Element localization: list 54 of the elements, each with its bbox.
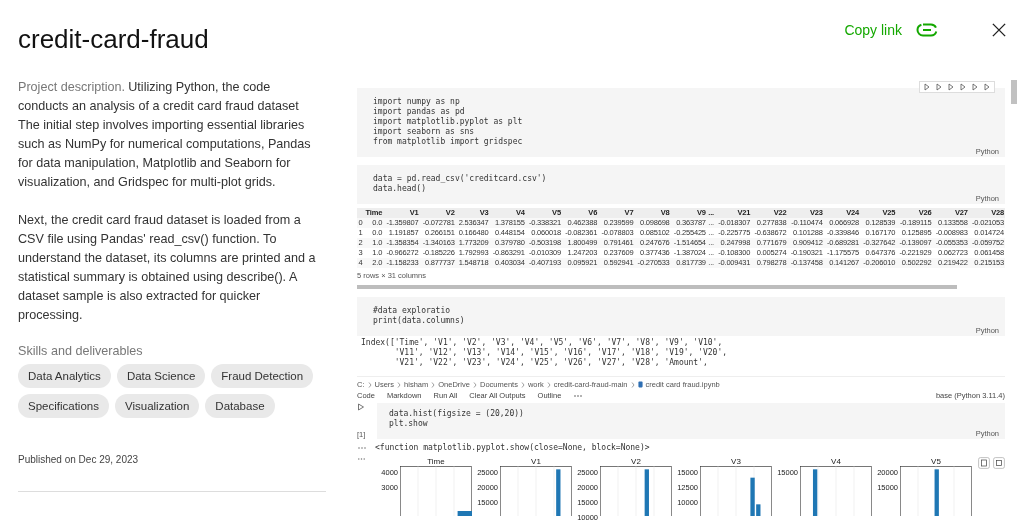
- code-line: data.head(): [373, 184, 427, 194]
- run-icon[interactable]: [357, 403, 365, 411]
- skill-tag[interactable]: Visualization: [114, 394, 200, 418]
- chevron-icon: [630, 381, 635, 388]
- code-line: data = pd.read_csv('creditcard.csv'): [373, 174, 548, 184]
- histogram-drawing: [600, 466, 672, 516]
- plot-title: Time: [426, 457, 446, 466]
- histogram-drawing: [800, 466, 872, 516]
- plot-title: V1: [530, 457, 542, 466]
- code-line: #data exploratio: [373, 306, 452, 316]
- chevron-icon: [546, 381, 551, 388]
- horizontal-scrollbar[interactable]: [357, 285, 957, 289]
- skill-tag[interactable]: Specifications: [18, 394, 109, 418]
- chevron-icon: [520, 381, 525, 388]
- code-line: import pandas as pd: [373, 107, 466, 117]
- code-line: plt.show: [389, 419, 429, 429]
- skills-heading: Skills and deliverables: [18, 344, 144, 358]
- save-icon[interactable]: [993, 457, 1005, 469]
- histogram-drawing: [500, 466, 572, 516]
- output-line: Index(['Time', 'V1', 'V2', 'V3', 'V4', 'V5', 'V6', 'V7', 'V8', 'V9', 'V10',: [361, 338, 724, 348]
- code-line: from matplotlib import gridspec: [373, 137, 524, 147]
- code-line: data.hist(figsize = (20,20)): [389, 409, 525, 419]
- plot-title: V5: [930, 457, 942, 466]
- histogram-drawing: [700, 466, 772, 516]
- skill-tag[interactable]: Data Analytics: [18, 364, 111, 388]
- plot-title: V4: [830, 457, 842, 466]
- link-icon[interactable]: [916, 23, 938, 37]
- output-line: 'V11', 'V12', 'V13', 'V14', 'V15', 'V16', 'V17', 'V18', 'V19', 'V20',: [393, 348, 729, 358]
- published-date: Published on Dec 29, 2023: [18, 454, 140, 465]
- code-line: import seaborn as sns: [373, 127, 476, 137]
- code-line: print(data.columns): [373, 316, 466, 326]
- chevron-icon: [431, 381, 436, 388]
- description-paragraph: Project description. Utilizing Python, the code conducts an analysis of a credit card fraud dataset The initial step involves importing essential libraries such as NumPy for numerical computations, Pandas for data manipulation, Matplotlib and Seaborn for visualization, and Gridspec for multi-plot grids.: [18, 79, 312, 191]
- project-title: credit-card-fraud: [18, 23, 209, 55]
- code-line: import numpy as np: [373, 97, 461, 107]
- skill-tag[interactable]: Fraud Detection: [211, 364, 314, 388]
- plot-title: V2: [630, 457, 642, 466]
- description-paragraph: Next, the credit card fraud dataset is loaded from a CSV file using Pandas' read_csv() function. To understand the dataset, its columns are printed and a statistical summary is obtained using describe(). A dataset sample is also extracted for quicker processing.: [18, 212, 317, 324]
- chevron-icon: [397, 381, 402, 388]
- chevron-icon: [472, 381, 477, 388]
- file-icon: [637, 381, 643, 388]
- histogram-drawing: [900, 466, 972, 516]
- vertical-scrollbar[interactable]: [1011, 80, 1017, 104]
- histogram-drawing: [400, 466, 472, 516]
- chevron-icon: [367, 381, 372, 388]
- copy-icon[interactable]: [978, 457, 990, 469]
- output-line: <function matplotlib.pyplot.show(close=None, block=None)>: [375, 443, 650, 453]
- skill-tag[interactable]: Database: [205, 394, 275, 418]
- code-line: import matplotlib.pyplot as plt: [373, 117, 524, 127]
- more-icon[interactable]: [357, 457, 366, 461]
- plot-title: V3: [730, 457, 742, 466]
- output-line: 'V21', 'V22', 'V23', 'V24', 'V25', 'V26', 'V27', 'V28', 'Amount',: [393, 358, 709, 368]
- close-icon[interactable]: [992, 23, 1006, 37]
- skill-tag[interactable]: Data Science: [116, 364, 206, 388]
